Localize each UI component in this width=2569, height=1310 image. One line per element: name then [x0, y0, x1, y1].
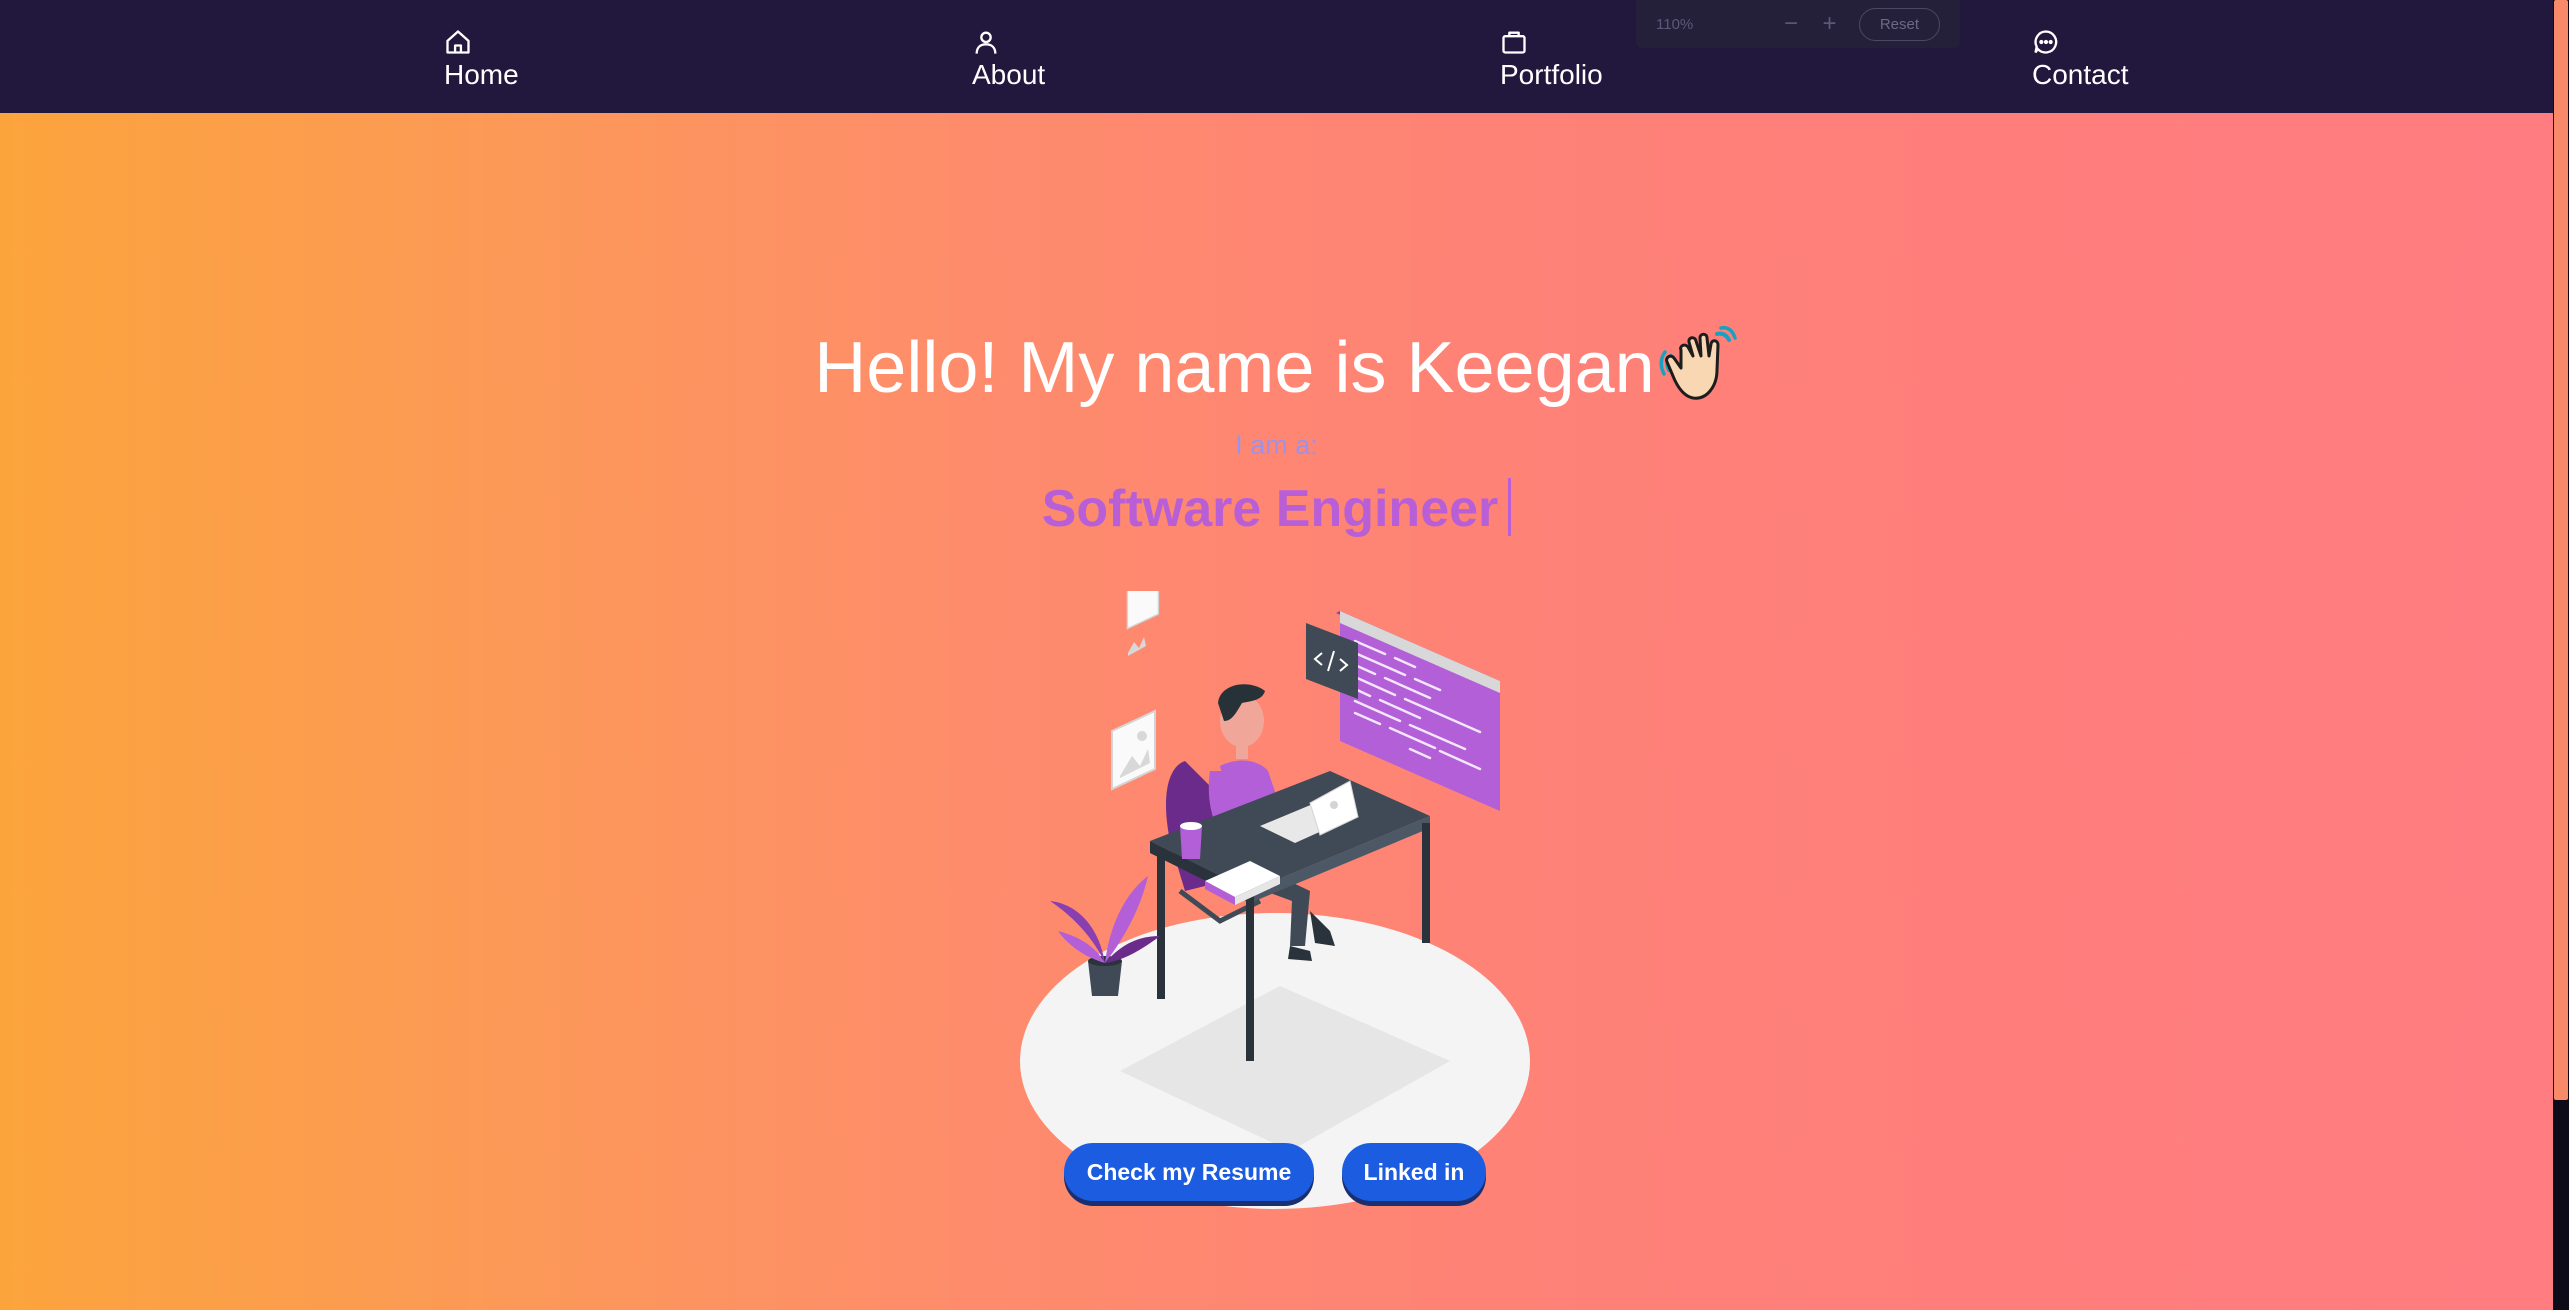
- nav-item-contact[interactable]: Contact: [2032, 28, 2129, 92]
- nav-item-label: Home: [444, 59, 519, 90]
- waving-hand-icon: [1659, 326, 1739, 406]
- page: Home About Portfolio Contact 110% − + Re…: [0, 0, 2553, 1310]
- scrollbar-thumb[interactable]: [2554, 0, 2568, 1100]
- zoom-in-button[interactable]: +: [1810, 12, 1849, 36]
- text-cursor: [1508, 478, 1512, 536]
- hero-greeting: Hello! My name is Keegan: [0, 323, 2553, 413]
- developer-at-desk-illustration: [1010, 591, 1550, 1231]
- picture-frame-icon: [1111, 709, 1156, 791]
- nav-item-about[interactable]: About: [972, 28, 1045, 92]
- nav-item-label: Portfolio: [1500, 59, 1603, 90]
- nav-item-home[interactable]: Home: [444, 28, 519, 92]
- picture-frame-icon: [1126, 591, 1160, 656]
- hero-section: Hello! My name is Keegan I am a: Softwar…: [0, 113, 2553, 1310]
- user-icon: [972, 28, 1000, 56]
- top-navbar: Home About Portfolio Contact 110% − + Re…: [0, 0, 2553, 113]
- role-prefix: I am a:: [1235, 430, 1318, 460]
- zoom-control-bar: 110% − + Reset: [1636, 0, 1960, 48]
- nav-item-label: About: [972, 59, 1046, 90]
- role-typewriter: Software Engineer: [0, 476, 2553, 542]
- linkedin-button[interactable]: Linked in: [1342, 1143, 1486, 1201]
- zoom-reset-button[interactable]: Reset: [1858, 7, 1940, 41]
- zoom-level: 110%: [1656, 15, 1694, 33]
- nav-item-portfolio[interactable]: Portfolio: [1500, 28, 1603, 92]
- role-text: Software Engineer: [1041, 480, 1499, 538]
- chat-icon: [2032, 28, 2060, 56]
- zoom-out-button[interactable]: −: [1772, 12, 1811, 36]
- briefcase-icon: [1500, 28, 1528, 56]
- home-icon: [444, 28, 472, 56]
- greeting-text: Hello! My name is Keegan: [814, 328, 1655, 408]
- nav-item-label: Contact: [2032, 59, 2129, 90]
- check-resume-button[interactable]: Check my Resume: [1064, 1143, 1314, 1201]
